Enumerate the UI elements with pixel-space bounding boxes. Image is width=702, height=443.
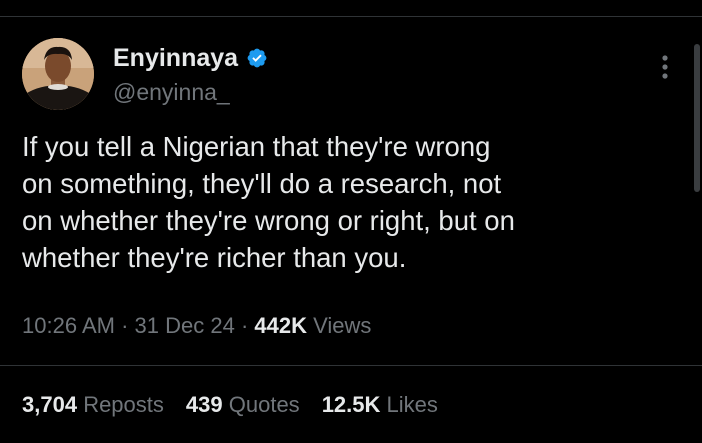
views-count: 442K: [254, 313, 307, 338]
likes-count: 12.5K: [321, 392, 381, 417]
likes-label: Likes: [386, 392, 438, 417]
tweet-text: If you tell a Nigerian that they're wron…: [22, 128, 672, 276]
views-label: Views: [313, 313, 372, 338]
avatar-image: [22, 38, 94, 110]
views-stat[interactable]: 442K Views: [254, 313, 371, 338]
quotes-stat[interactable]: 439 Quotes: [186, 391, 300, 419]
more-options-icon[interactable]: [655, 52, 675, 84]
tweet-date[interactable]: 31 Dec 24: [135, 313, 235, 338]
scrollbar[interactable]: [694, 44, 700, 192]
author-handle[interactable]: @enyinna_: [113, 79, 230, 105]
tweet-text-line: whether they're richer than you.: [22, 242, 407, 273]
tweet-text-line: on something, they'll do a research, not: [22, 168, 502, 199]
tweet-text-line: If you tell a Nigerian that they're wron…: [22, 131, 491, 162]
meta-separator: ·: [240, 313, 249, 338]
quotes-count: 439: [185, 392, 223, 417]
reposts-label: Reposts: [83, 392, 164, 417]
author-display-name[interactable]: Enyinnaya: [113, 44, 238, 72]
engagement-stats: 3,704 Reposts 439 Quotes 12.5K Likes: [22, 391, 438, 419]
quotes-label: Quotes: [228, 392, 300, 417]
stats-divider: [0, 365, 702, 366]
reposts-stat[interactable]: 3,704 Reposts: [22, 391, 164, 419]
author-name-row[interactable]: Enyinnaya: [113, 44, 268, 72]
avatar[interactable]: [22, 38, 94, 110]
reposts-count: 3,704: [22, 392, 78, 417]
tweet-text-line: on whether they're wrong or right, but o…: [22, 205, 515, 236]
tweet-time[interactable]: 10:26 AM: [22, 313, 115, 338]
meta-separator: ·: [121, 313, 129, 338]
verified-badge-icon[interactable]: [246, 47, 268, 69]
likes-stat[interactable]: 12.5K Likes: [322, 391, 438, 419]
tweet-metadata: 10:26 AM · 31 Dec 24 · 442K Views: [22, 312, 371, 340]
top-divider: [0, 16, 702, 17]
